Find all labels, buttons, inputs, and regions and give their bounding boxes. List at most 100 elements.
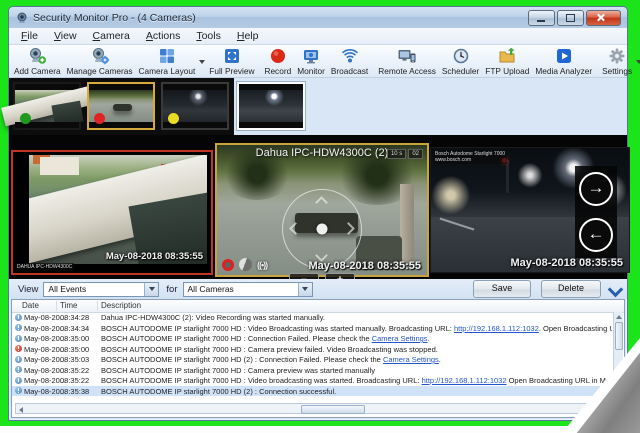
column-header-description[interactable]: Description: [101, 301, 141, 310]
thumbnail-camera-2[interactable]: [87, 82, 155, 130]
status-dot-recording: [94, 113, 105, 124]
camera-right-timestamp: May-08-2018 08:35:55: [510, 257, 623, 269]
broadcast-signal-icon[interactable]: ((•)): [257, 260, 267, 270]
settings-button[interactable]: Settings: [599, 46, 635, 77]
info-icon: [15, 314, 22, 321]
info-icon: [15, 324, 22, 331]
app-window: Security Monitor Pro - (4 Cameras) File …: [8, 6, 628, 421]
camera-filter-select[interactable]: All Cameras: [183, 282, 313, 297]
menu-item-actions[interactable]: Actions: [138, 29, 188, 43]
chevron-down-icon: [608, 282, 624, 298]
camera-view-middle[interactable]: Dahua IPC-HDW4300C (2) 10 s 02 − + ((•)): [215, 143, 429, 277]
camera-layout-button[interactable]: Camera Layout: [136, 46, 199, 77]
menu-item-tools[interactable]: Tools: [188, 29, 229, 43]
event-description-part: Dahua IPC-HDW4300C (2): Video Recording …: [101, 313, 325, 322]
title-bar: Security Monitor Pro - (4 Cameras): [9, 7, 627, 28]
save-button[interactable]: Save: [473, 280, 531, 298]
menu-item-camera[interactable]: Camera: [85, 29, 138, 43]
event-row[interactable]: May-08-20...08:35:03BOSCH AUTODOME IP st…: [12, 354, 624, 365]
camera-4-preview: [239, 90, 303, 122]
previous-camera-button[interactable]: ←: [579, 218, 613, 252]
event-row[interactable]: May-08-20...08:35:38BOSCH AUTODOME IP st…: [12, 386, 624, 397]
camera-view-left[interactable]: May-08-2018 08:35:55 DAHUA IPC-HDW4300C: [11, 150, 213, 275]
record-toggle-icon[interactable]: [222, 259, 234, 271]
full-preview-icon: [223, 47, 241, 65]
event-row[interactable]: May-08-20...08:35:00BOSCH AUTODOME IP st…: [12, 344, 624, 355]
full-preview-button[interactable]: Full Preview: [206, 46, 257, 77]
remote-access-icon: [397, 47, 417, 65]
menu-item-help[interactable]: Help: [229, 29, 267, 43]
info-icon: [15, 387, 22, 394]
event-type-select[interactable]: All Events: [43, 282, 159, 297]
broadcast-button[interactable]: Broadcast: [328, 46, 371, 77]
event-description-part: BOSCH AUTODOME IP starlight 7000 HD : Co…: [101, 334, 372, 343]
scheduler-button[interactable]: Scheduler: [439, 46, 482, 77]
event-link[interactable]: http://192.168.1.112:1032: [422, 376, 507, 385]
refresh-interval-badge: 10 s: [387, 149, 406, 159]
manage-cameras-button[interactable]: Manage Cameras: [64, 46, 136, 77]
status-dot-active: [20, 113, 31, 124]
camera-layout-icon: [158, 47, 176, 65]
close-button[interactable]: [586, 10, 621, 26]
event-row[interactable]: May-08-20...08:35:00BOSCH AUTODOME IP st…: [12, 333, 624, 344]
event-time: 08:35:38: [60, 387, 89, 396]
event-link[interactable]: Camera Settings: [383, 355, 439, 364]
remote-access-button[interactable]: Remote Access: [375, 46, 439, 77]
horizontal-scrollbar[interactable]: [15, 403, 619, 414]
add-camera-icon: [27, 47, 47, 65]
event-row[interactable]: May-08-20...08:34:28Dahua IPC-HDW4300C (…: [12, 312, 624, 323]
for-label: for: [166, 284, 177, 295]
info-icon: [15, 377, 22, 384]
ptz-left-icon[interactable]: [289, 222, 302, 235]
scroll-left-icon[interactable]: [19, 407, 23, 413]
horizontal-scroll-thumb[interactable]: [301, 405, 365, 414]
ptz-right-icon[interactable]: [342, 222, 355, 235]
ptz-up-icon[interactable]: [315, 196, 328, 209]
camera-number-badge: 02: [408, 149, 423, 159]
event-row[interactable]: May-08-20...08:35:22BOSCH AUTODOME IP st…: [12, 365, 624, 376]
event-description: Dahua IPC-HDW4300C (2): Video Recording …: [101, 313, 612, 322]
monitor-button[interactable]: Monitor: [294, 46, 328, 77]
event-description: BOSCH AUTODOME IP starlight 7000 HD : Co…: [101, 334, 612, 343]
next-camera-button[interactable]: →: [579, 172, 613, 206]
page-title: Security Monitor Pro - (4 Cameras): [33, 12, 196, 24]
thumbnail-camera-1[interactable]: [13, 82, 81, 130]
thumbnail-camera-3[interactable]: [161, 82, 229, 130]
event-log-table: Date Time Description May-08-20...08:34:…: [11, 299, 625, 418]
view-label: View: [18, 284, 38, 295]
event-link[interactable]: Camera Settings: [372, 334, 428, 343]
event-description: BOSCH AUTODOME IP starlight 7000 HD : Ca…: [101, 366, 612, 375]
media-analyzer-button[interactable]: Media Analyzer: [532, 46, 595, 77]
event-time: 08:35:03: [60, 355, 89, 364]
settings-dropdown-icon[interactable]: [636, 60, 640, 64]
ftp-upload-button[interactable]: FTP Upload: [482, 46, 532, 77]
event-description-part: .: [428, 334, 430, 343]
menu-item-file[interactable]: File: [13, 29, 46, 43]
ptz-control-pad[interactable]: [282, 189, 362, 269]
record-button[interactable]: Record: [261, 46, 294, 77]
event-row[interactable]: May-08-20...08:35:22BOSCH AUTODOME IP st…: [12, 375, 624, 386]
event-row[interactable]: May-08-20...08:34:34BOSCH AUTODOME IP st…: [12, 323, 624, 334]
camera-layout-dropdown-icon[interactable]: [199, 60, 205, 64]
ptz-center-dot[interactable]: [317, 224, 328, 235]
add-camera-button[interactable]: Add Camera: [11, 46, 64, 77]
column-header-date[interactable]: Date: [22, 301, 39, 310]
column-header-time[interactable]: Time: [60, 301, 77, 310]
snapshot-icon[interactable]: [239, 258, 252, 271]
camera-view-right[interactable]: Bosch Autodome Starlight 7000 www.bosch.…: [430, 147, 630, 273]
record-icon: [269, 47, 287, 65]
info-icon: [15, 335, 22, 342]
vertical-scroll-thumb[interactable]: [615, 322, 623, 350]
event-description-part: BOSCH AUTODOME IP starlight 7000 HD (2) …: [101, 387, 336, 396]
status-dot-warning: [168, 113, 179, 124]
minimize-button[interactable]: [528, 10, 555, 26]
scroll-up-icon[interactable]: [616, 315, 622, 319]
event-link[interactable]: http://192.168.1.112:1032: [454, 324, 539, 333]
menu-item-view[interactable]: View: [46, 29, 85, 43]
collapse-log-button[interactable]: [608, 282, 623, 295]
maximize-button[interactable]: [557, 10, 584, 26]
thumbnail-camera-4[interactable]: [237, 82, 305, 130]
event-description-part: BOSCH AUTODOME IP starlight 7000 HD : Ca…: [101, 366, 375, 375]
delete-button[interactable]: Delete: [541, 280, 601, 298]
camera-nav-panel: → ←: [575, 166, 617, 258]
